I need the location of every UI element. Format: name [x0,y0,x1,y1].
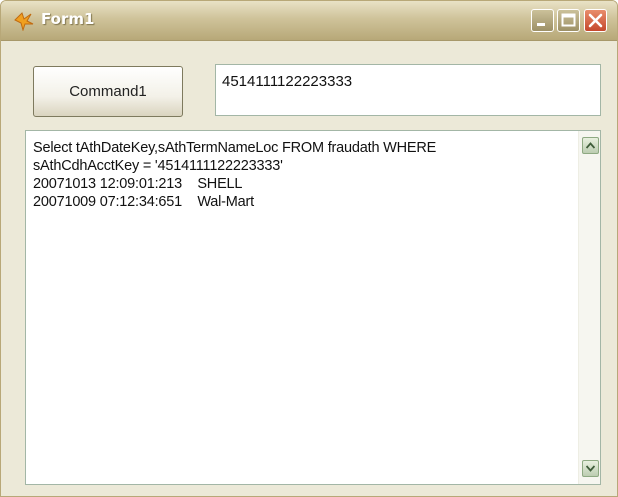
form-client-area: Command1 4514111122223333 Select tAthDat… [7,42,611,492]
results-text: Select tAthDateKey,sAthTermNameLoc FROM … [33,139,573,211]
output-line: 20071009 07:12:34:651 Wal-Mart [33,194,254,210]
scroll-up-button[interactable] [582,137,599,154]
vertical-scrollbar[interactable] [578,131,600,484]
account-number-input[interactable]: 4514111122223333 [215,64,601,116]
close-button[interactable] [584,9,607,32]
title-bar[interactable]: Form1 [1,1,617,41]
scroll-down-button[interactable] [582,460,599,477]
output-line: sAthCdhAcctKey = '4514111122223333' [33,158,283,174]
output-line: Select tAthDateKey,sAthTermNameLoc FROM … [33,140,437,156]
window-title: Form1 [41,10,95,28]
results-textbox[interactable]: Select tAthDateKey,sAthTermNameLoc FROM … [25,130,601,485]
output-line: 20071013 12:09:01:213 SHELL [33,176,243,192]
minimize-button[interactable] [531,9,554,32]
form-app-icon[interactable] [13,11,35,32]
command1-button[interactable]: Command1 [33,66,183,117]
form1-window: Form1 Command1 4514111122223333 Select t… [0,0,618,497]
maximize-button[interactable] [557,9,580,32]
